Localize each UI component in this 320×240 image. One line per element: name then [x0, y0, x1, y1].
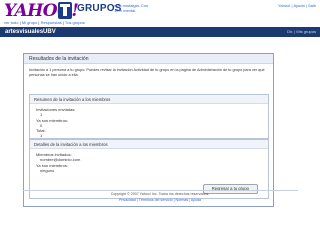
summary-value: 1	[40, 133, 43, 139]
group-bar-links[interactable]: Dir. | Mis grupos	[287, 29, 316, 35]
summary-body: Invitaciones enviadas: 1 Ya son miembros…	[30, 104, 268, 139]
nav-link-answers[interactable]: Respuestas	[41, 20, 62, 25]
nav-label[interactable]: Tus grupos	[65, 20, 85, 25]
groups-logo-icon	[58, 2, 72, 19]
top-links[interactable]: Yahoo! | Ayuda | Salir	[278, 3, 316, 8]
section-heading: Detalles de la invitación a los miembros	[30, 140, 268, 149]
group-name[interactable]: artesvisualesUBV	[5, 28, 56, 36]
footer-links[interactable]: Privacidad | Términos del servicio | Nor…	[0, 198, 320, 202]
invitation-results-panel: Resultados de la invitación Invitación a…	[23, 53, 274, 207]
nav-link-my-group[interactable]: Mi grupo	[22, 20, 38, 25]
page-title: Resultados de la invitación	[24, 54, 273, 64]
section-heading: Resumen de la invitación a los miembros	[30, 95, 268, 104]
top-header: YAHOO! GRUPOS más nostalgia. Con 10% men…	[0, 0, 320, 22]
footer-copyright: Copyright © 2007 Yahoo! Inc. Todos los d…	[110, 192, 210, 196]
intro-text: Invitación a 1 persona a tu grupo. Puede…	[29, 68, 265, 78]
group-bar: artesvisualesUBV Dir. | Mis grupos	[0, 27, 320, 37]
invitation-summary-section: Resumen de la invitación a los miembros …	[29, 94, 269, 139]
breadcrumb: ver todo | Mi grupo | Respuestas | Tus g…	[4, 20, 85, 25]
groups-subtitle: más nostalgia. Con 10% mental.	[114, 3, 149, 13]
nav-link-all[interactable]: ver todo	[4, 20, 18, 25]
footer-divider	[23, 190, 298, 191]
details-body: Miembros invitados: nombre@dominio.com Y…	[30, 149, 268, 173]
details-value: ninguno	[40, 167, 55, 173]
